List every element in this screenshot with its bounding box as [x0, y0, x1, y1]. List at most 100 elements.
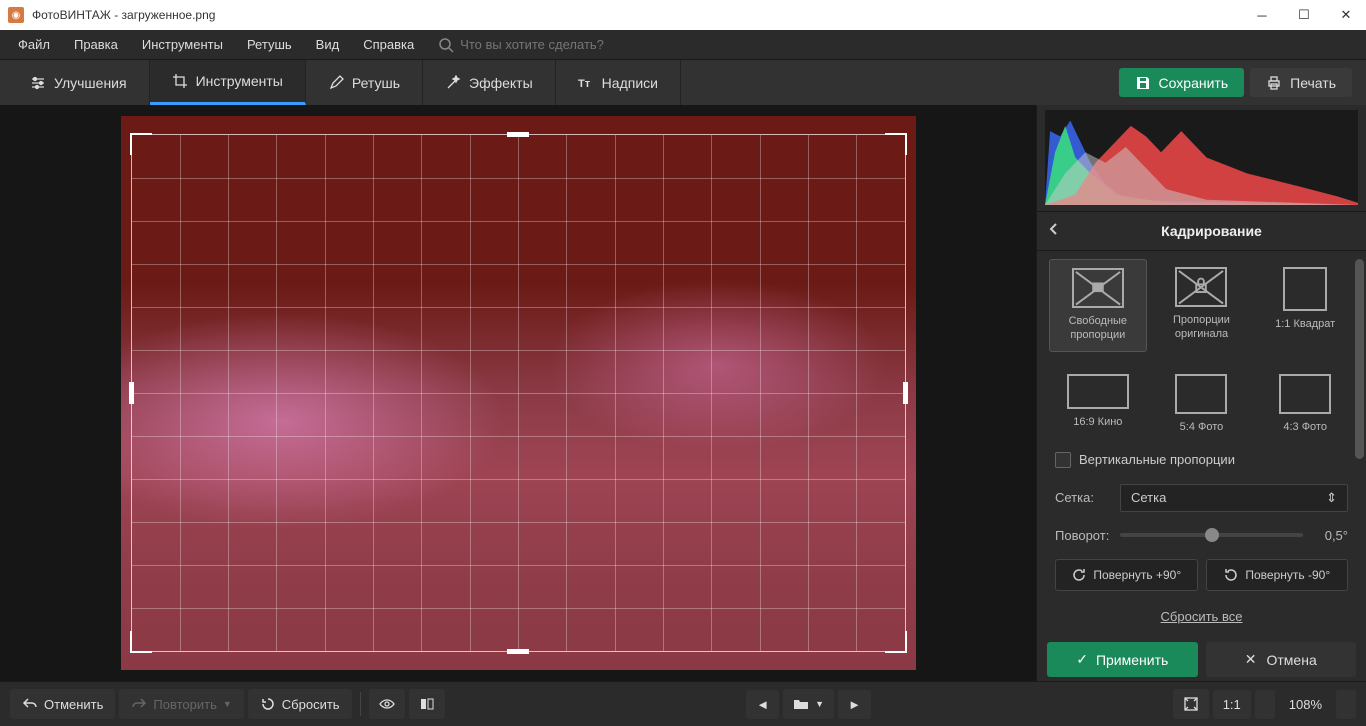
panel-header: Кадрирование	[1037, 211, 1366, 251]
crop-overlay[interactable]	[131, 134, 906, 652]
ratio-11-button[interactable]: 1:1	[1213, 690, 1251, 719]
histogram[interactable]	[1045, 110, 1358, 205]
ratio-169-icon	[1067, 374, 1129, 409]
tab-label: Улучшения	[54, 75, 127, 91]
rotate-ccw-button[interactable]: Повернуть -90°	[1206, 559, 1349, 591]
undo-button[interactable]: Отменить	[10, 689, 115, 719]
tab-label: Эффекты	[469, 75, 533, 91]
preset-54[interactable]: 5:4 Фото	[1153, 366, 1251, 442]
preset-free[interactable]: Свободные пропорции	[1049, 259, 1147, 352]
crop-handle-br[interactable]	[885, 631, 907, 653]
vertical-label: Вертикальные пропорции	[1079, 452, 1235, 467]
print-button[interactable]: Печать	[1250, 68, 1352, 97]
grid-value: Сетка	[1131, 490, 1166, 505]
dropdown-icon: ⇕	[1326, 490, 1337, 506]
scrollbar-thumb[interactable]	[1355, 259, 1364, 459]
crop-handle-tl[interactable]	[130, 133, 152, 155]
compare-button[interactable]	[409, 689, 445, 719]
preset-169[interactable]: 16:9 Кино	[1049, 366, 1147, 442]
preset-original[interactable]: Пропорции оригинала	[1153, 259, 1251, 352]
search-icon	[438, 37, 454, 53]
fit-icon	[1183, 696, 1199, 712]
tab-label: Ретушь	[352, 75, 400, 91]
preset-square[interactable]: 1:1 Квадрат	[1256, 259, 1354, 352]
grid-select[interactable]: Сетка ⇕	[1120, 484, 1348, 512]
sliders-icon	[30, 75, 46, 91]
tab-tools[interactable]: Инструменты	[150, 60, 306, 105]
print-icon	[1266, 75, 1282, 91]
preset-43[interactable]: 4:3 Фото	[1256, 366, 1354, 442]
folder-icon	[793, 696, 809, 712]
slider-knob[interactable]	[1205, 528, 1219, 542]
zoom-in-button[interactable]	[1336, 690, 1356, 719]
svg-text:Tт: Tт	[578, 78, 591, 90]
close-button[interactable]: ✕	[1334, 3, 1358, 27]
tab-label: Надписи	[602, 75, 658, 91]
menu-tools[interactable]: Инструменты	[132, 33, 233, 56]
panel-body: Свободные пропорции Пропорции оригинала …	[1037, 251, 1366, 636]
folder-next-button[interactable]: ►	[838, 690, 871, 719]
panel-title: Кадрирование	[1069, 223, 1354, 239]
folder-prev-button[interactable]: ◄	[746, 690, 779, 719]
save-button[interactable]: Сохранить	[1119, 68, 1245, 97]
search-input[interactable]	[460, 37, 660, 52]
maximize-button[interactable]: ☐	[1292, 3, 1316, 27]
reset-button[interactable]: Сбросить	[248, 689, 352, 719]
reset-all-link[interactable]: Сбросить все	[1161, 609, 1243, 624]
menu-edit[interactable]: Правка	[64, 33, 128, 56]
brush-icon	[328, 75, 344, 91]
image-preview	[121, 116, 916, 670]
crop-handle-left[interactable]	[129, 382, 134, 404]
menu-file[interactable]: Файл	[8, 33, 60, 56]
crop-handle-bl[interactable]	[130, 631, 152, 653]
rotate-cw-label: Повернуть +90°	[1093, 568, 1181, 582]
rotate-slider[interactable]	[1120, 533, 1303, 537]
wand-icon	[445, 75, 461, 91]
menu-help[interactable]: Справка	[353, 33, 424, 56]
back-button[interactable]	[1049, 222, 1069, 241]
save-icon	[1135, 75, 1151, 91]
app-icon: ◉	[8, 7, 24, 23]
tab-enhance[interactable]: Улучшения	[8, 60, 150, 105]
text-icon: Tт	[578, 75, 594, 91]
menu-view[interactable]: Вид	[306, 33, 350, 56]
zoom-value: 108%	[1289, 697, 1322, 712]
undo-label: Отменить	[44, 697, 103, 712]
tab-effects[interactable]: Эффекты	[423, 60, 556, 105]
grid-label: Сетка:	[1055, 490, 1110, 505]
check-icon: ✓	[1076, 651, 1088, 668]
chevron-down-icon: ▼	[223, 699, 232, 709]
tab-retouch[interactable]: Ретушь	[306, 60, 423, 105]
preset-label: 5:4 Фото	[1180, 420, 1224, 434]
crop-handle-right[interactable]	[903, 382, 908, 404]
fit-button[interactable]	[1173, 689, 1209, 719]
apply-button[interactable]: ✓ Применить	[1047, 642, 1198, 677]
canvas-area[interactable]	[0, 105, 1036, 681]
tab-label: Инструменты	[196, 73, 283, 89]
eye-button[interactable]	[369, 689, 405, 719]
folder-button[interactable]: ▼	[783, 689, 834, 719]
title-bar: ◉ ФотоВИНТАЖ - загруженное.png ─ ☐ ✕	[0, 0, 1366, 30]
menu-retouch[interactable]: Ретушь	[237, 33, 302, 56]
crop-handle-top[interactable]	[507, 132, 529, 137]
cancel-label: Отмена	[1267, 652, 1317, 668]
redo-button[interactable]: Повторить ▼	[119, 689, 243, 719]
print-label: Печать	[1290, 75, 1336, 91]
zoom-level[interactable]: 108%	[1279, 690, 1332, 719]
window-title: ФотоВИНТАЖ - загруженное.png	[32, 8, 1250, 22]
ratio-54-icon	[1175, 374, 1227, 414]
tab-text[interactable]: Tт Надписи	[556, 60, 681, 105]
tool-tabs: Улучшения Инструменты Ретушь Эффекты Tт …	[0, 60, 1366, 105]
zoom-out-button[interactable]	[1255, 690, 1275, 719]
crop-icon	[172, 73, 188, 89]
rotate-cw-button[interactable]: Повернуть +90°	[1055, 559, 1198, 591]
crop-handle-tr[interactable]	[885, 133, 907, 155]
vertical-checkbox[interactable]	[1055, 452, 1071, 468]
rotate-label: Поворот:	[1055, 528, 1110, 543]
rotate-ccw-icon	[1223, 567, 1239, 583]
preset-label: 16:9 Кино	[1073, 415, 1122, 429]
cancel-button[interactable]: ✕ Отмена	[1206, 642, 1357, 677]
minimize-button[interactable]: ─	[1250, 3, 1274, 27]
save-label: Сохранить	[1159, 75, 1229, 91]
crop-handle-bottom[interactable]	[507, 649, 529, 654]
